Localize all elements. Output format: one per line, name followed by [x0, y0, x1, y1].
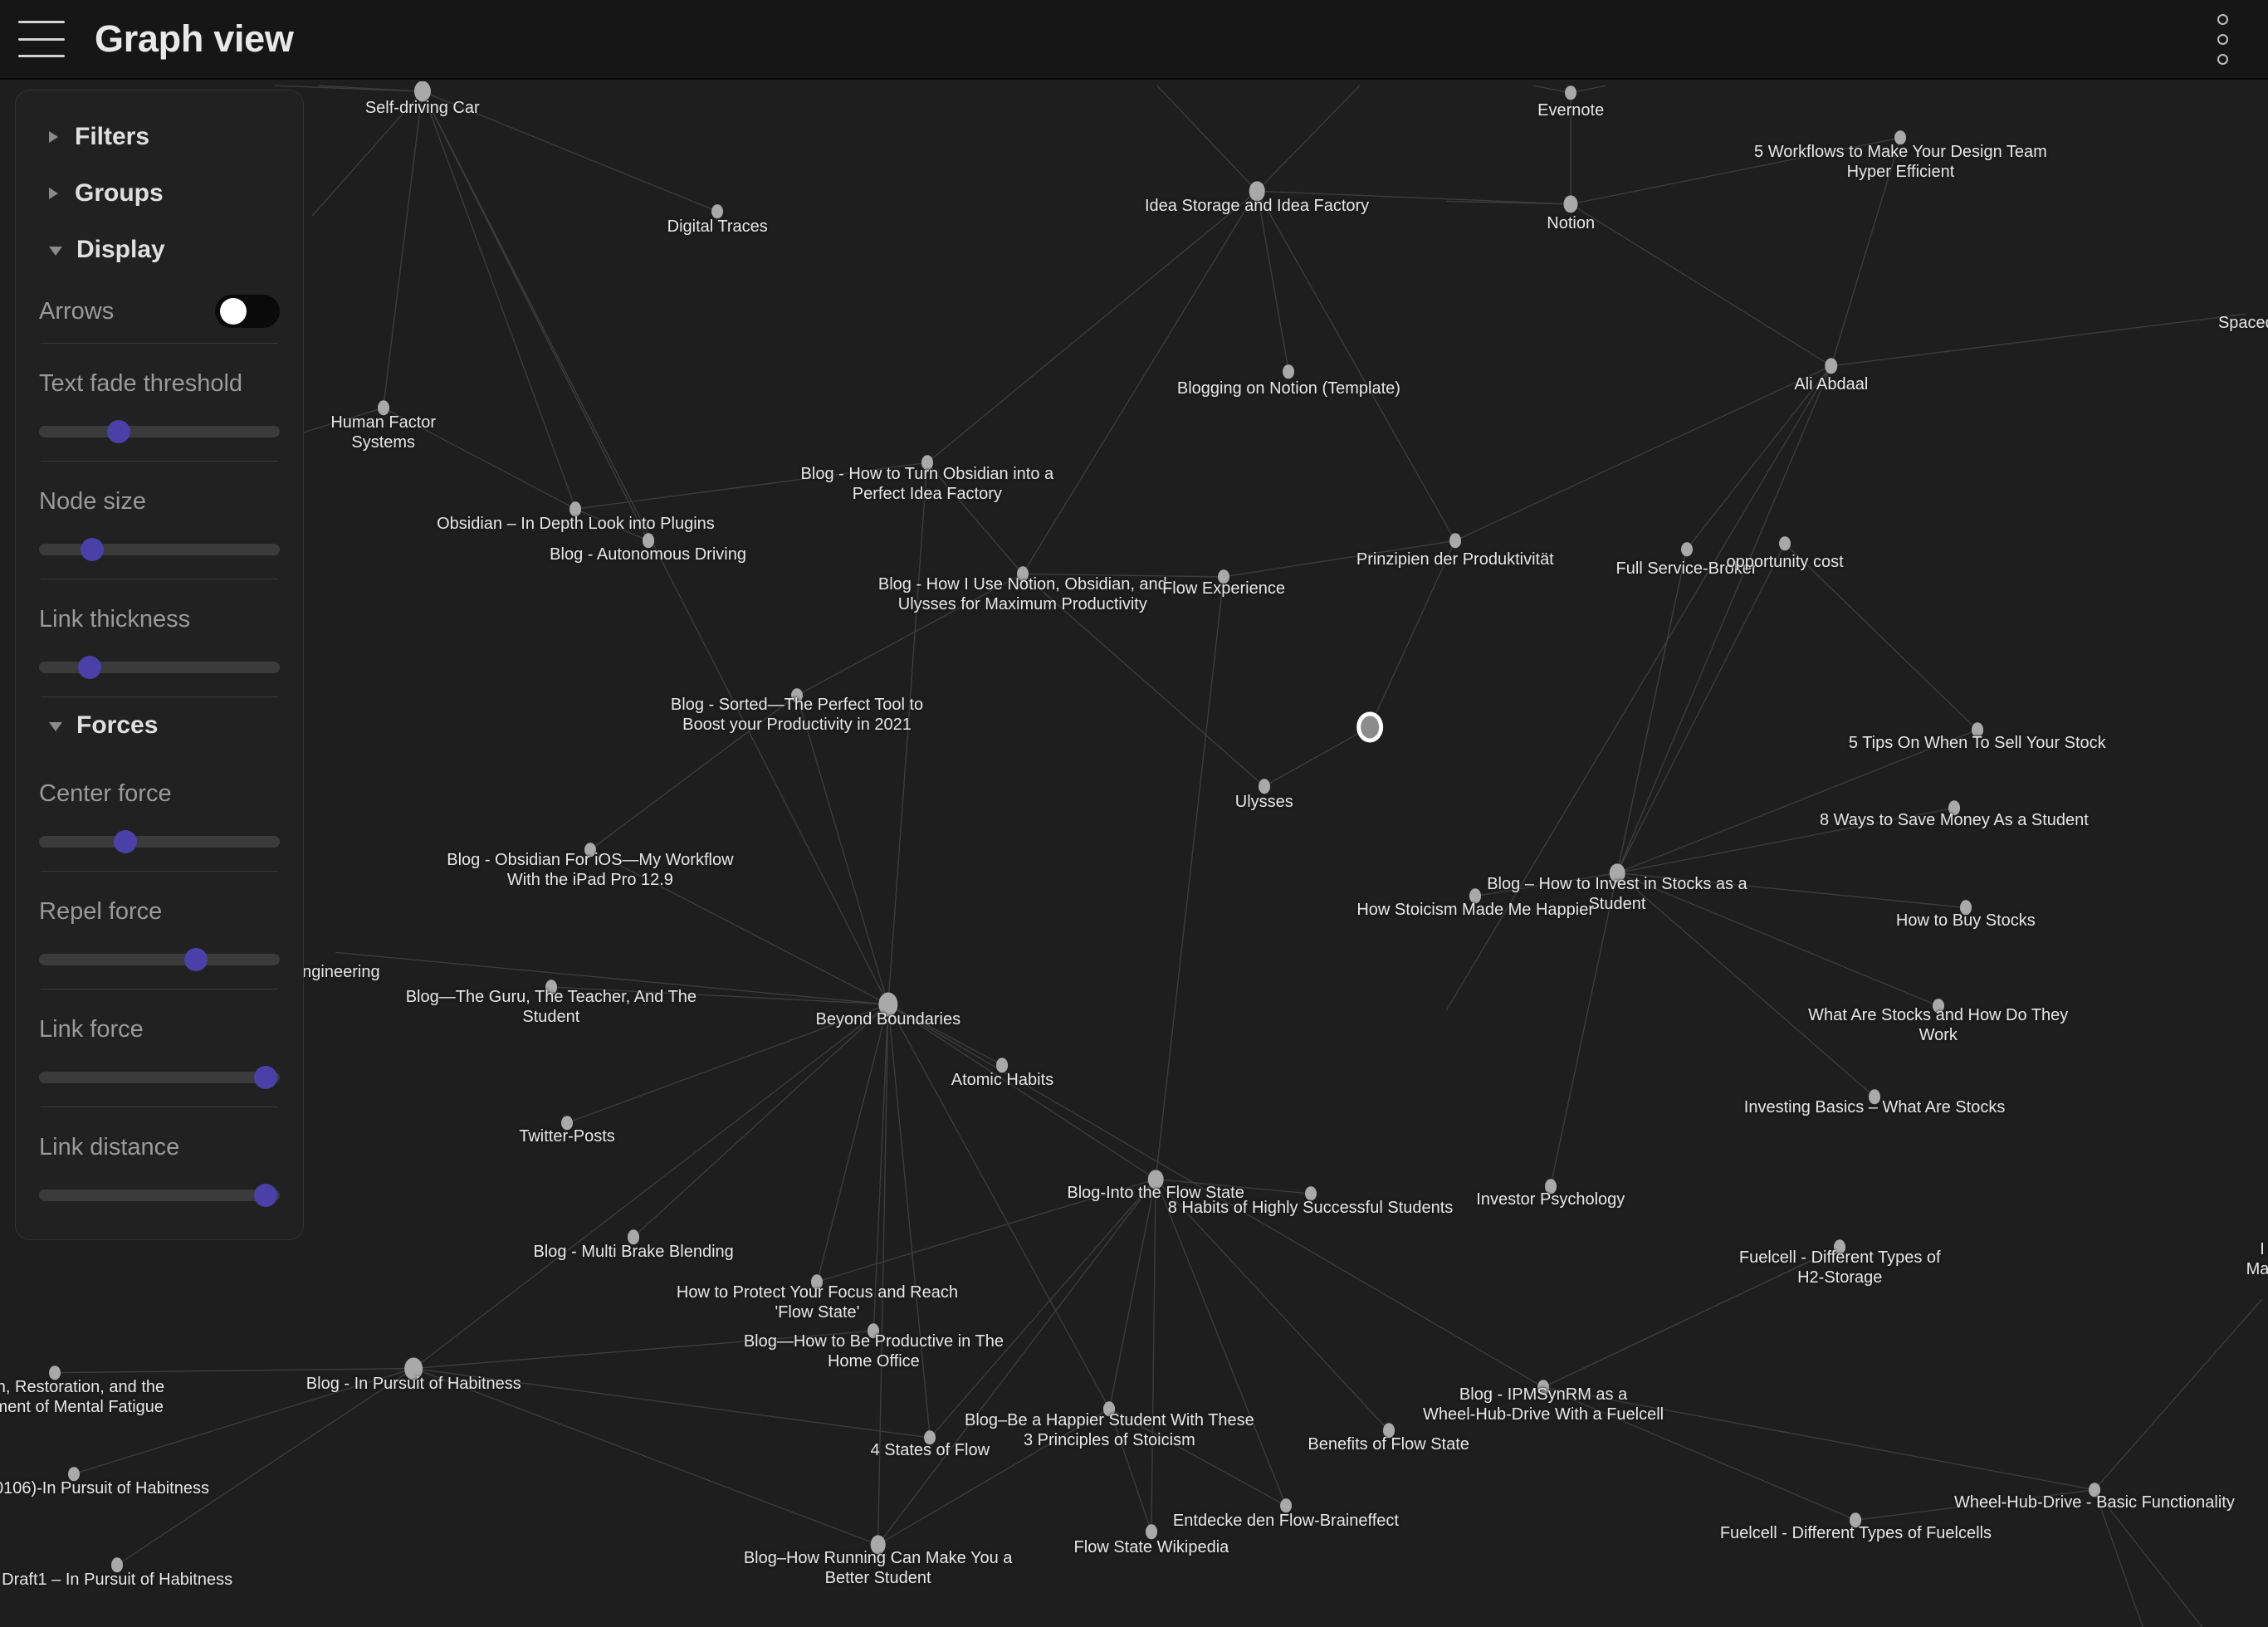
repel-force-control: Repel force	[39, 872, 280, 989]
link-force-slider[interactable]	[39, 1066, 280, 1089]
slider-thumb[interactable]	[183, 948, 208, 971]
graph-node[interactable]	[1361, 716, 1379, 739]
kebab-menu-icon[interactable]	[2212, 7, 2233, 71]
graph-node[interactable]	[1609, 862, 1625, 883]
graph-settings-panel: Filters Groups Display Arrows Text fade …	[15, 90, 304, 1240]
section-forces-label: Forces	[76, 711, 159, 739]
center-force-control: Center force	[39, 754, 280, 871]
center-force-label: Center force	[39, 780, 172, 807]
toggle-knob	[220, 298, 247, 325]
repel-force-label: Repel force	[39, 898, 163, 925]
section-display[interactable]: Display	[16, 222, 303, 278]
page-title: Graph view	[95, 17, 294, 60]
arrows-toggle[interactable]	[215, 295, 280, 328]
slider-thumb[interactable]	[253, 1184, 277, 1207]
graph-node[interactable]	[1147, 1169, 1164, 1190]
slider-thumb[interactable]	[77, 656, 101, 679]
forces-controls: Center force Repel force Link force Link…	[16, 754, 303, 1224]
link-distance-control: Link distance	[39, 1107, 280, 1224]
section-forces[interactable]: Forces	[16, 697, 303, 754]
chevron-right-icon	[49, 131, 58, 143]
link-distance-slider[interactable]	[39, 1184, 280, 1207]
display-controls: Arrows Text fade threshold Node size Lin…	[16, 278, 303, 697]
section-groups[interactable]: Groups	[16, 165, 303, 222]
center-force-slider[interactable]	[39, 830, 280, 853]
graph-links	[55, 85, 2263, 1627]
graph-node[interactable]	[1249, 181, 1265, 201]
link-force-control: Link force	[39, 989, 280, 1107]
link-force-label: Link force	[39, 1016, 144, 1043]
slider-thumb[interactable]	[80, 538, 104, 561]
link-thickness-slider[interactable]	[39, 656, 280, 679]
text-fade-threshold-control: Text fade threshold	[39, 344, 280, 461]
slider-thumb[interactable]	[106, 420, 130, 443]
node-size-label: Node size	[39, 488, 146, 515]
node-size-control: Node size	[39, 462, 280, 579]
repel-force-slider[interactable]	[39, 948, 280, 971]
arrows-row: Arrows	[39, 278, 280, 343]
section-filters[interactable]: Filters	[16, 109, 303, 165]
section-filters-label: Filters	[75, 123, 150, 150]
text-fade-threshold-slider[interactable]	[39, 420, 280, 443]
node-size-slider[interactable]	[39, 538, 280, 561]
graph-node[interactable]	[1825, 358, 1838, 374]
chevron-down-icon	[49, 722, 62, 731]
section-display-label: Display	[76, 236, 165, 263]
arrows-label: Arrows	[39, 297, 115, 325]
chevron-right-icon	[49, 188, 58, 199]
slider-thumb[interactable]	[114, 830, 138, 853]
graph-view-screen: Graph view Self-driving Car Digital Trace…	[0, 0, 2268, 1627]
section-groups-label: Groups	[75, 179, 164, 207]
graph-canvas[interactable]: Self-driving Car Digital Traces Human Fact…	[0, 81, 2268, 1627]
slider-thumb[interactable]	[253, 1066, 277, 1089]
graph-node[interactable]	[404, 1356, 423, 1380]
text-fade-threshold-label: Text fade threshold	[39, 370, 243, 397]
link-thickness-label: Link thickness	[39, 606, 191, 633]
hamburger-menu-icon[interactable]	[18, 21, 65, 57]
link-thickness-control: Link thickness	[39, 579, 280, 696]
chevron-down-icon	[49, 247, 62, 256]
title-bar: Graph view	[0, 0, 2268, 80]
link-distance-label: Link distance	[39, 1134, 180, 1160]
graph-node[interactable]	[870, 1535, 886, 1555]
